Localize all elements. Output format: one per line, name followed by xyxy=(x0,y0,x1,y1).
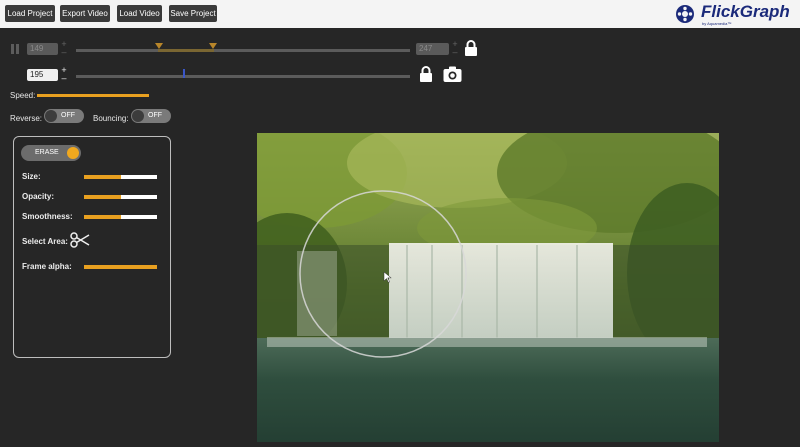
reverse-toggle-state: OFF xyxy=(61,112,75,119)
bouncing-label: Bouncing: xyxy=(93,114,129,123)
range-end-marker[interactable] xyxy=(209,43,217,49)
range-start-marker[interactable] xyxy=(155,43,163,49)
speed-slider[interactable] xyxy=(37,94,149,97)
current-frame-field[interactable]: 195 xyxy=(27,69,58,81)
start-frame-decrement[interactable]: – xyxy=(60,48,68,57)
lock-icon[interactable] xyxy=(419,66,433,83)
opacity-slider[interactable] xyxy=(84,195,157,199)
load-project-button[interactable]: Load Project xyxy=(5,5,55,22)
opacity-slider-fill xyxy=(84,195,121,199)
bouncing-toggle-state: OFF xyxy=(148,112,162,119)
speed-label: Speed: xyxy=(10,91,36,100)
video-canvas[interactable] xyxy=(257,133,719,442)
end-frame-field[interactable]: 247 xyxy=(416,43,449,55)
scissors-icon[interactable] xyxy=(70,232,90,248)
bouncing-toggle-knob xyxy=(132,110,144,122)
smoothness-slider[interactable] xyxy=(84,215,157,219)
size-slider-rest xyxy=(120,175,157,179)
export-video-button[interactable]: Export Video xyxy=(60,5,110,22)
load-video-button[interactable]: Load Video xyxy=(117,5,162,22)
range-track[interactable] xyxy=(76,49,410,52)
opacity-label: Opacity: xyxy=(22,192,55,201)
playhead[interactable] xyxy=(183,69,185,78)
speed-slider-fill xyxy=(37,94,149,97)
app-logo: FlickGraph by Aquamedia™ xyxy=(674,2,794,26)
pause-icon[interactable] xyxy=(11,44,19,54)
select-area-label: Select Area: xyxy=(22,237,68,246)
range-selection xyxy=(158,49,214,52)
erase-mode-knob xyxy=(67,147,79,159)
current-frame-decrement[interactable]: – xyxy=(60,74,68,83)
reverse-toggle[interactable]: OFF xyxy=(44,109,84,123)
frame-alpha-slider[interactable] xyxy=(84,265,157,269)
smoothness-slider-fill xyxy=(84,215,121,219)
camera-icon[interactable] xyxy=(443,66,462,83)
erase-panel: ERASE Size: Opacity: Smoothness: Select … xyxy=(13,136,171,358)
lock-icon[interactable] xyxy=(464,40,478,57)
smoothness-label: Smoothness: xyxy=(22,212,73,221)
erase-mode-label: ERASE xyxy=(35,149,59,156)
reverse-toggle-knob xyxy=(45,110,57,122)
bouncing-toggle[interactable]: OFF xyxy=(131,109,171,123)
size-slider[interactable] xyxy=(84,175,157,179)
film-reel-icon xyxy=(676,5,694,23)
save-project-button[interactable]: Save Project xyxy=(169,5,217,22)
reverse-label: Reverse: xyxy=(10,114,43,123)
start-frame-field[interactable]: 149 xyxy=(27,43,58,55)
smoothness-slider-rest xyxy=(120,215,157,219)
frame-track[interactable] xyxy=(76,75,410,78)
size-label: Size: xyxy=(22,172,41,181)
frame-alpha-label: Frame alpha: xyxy=(22,262,72,271)
frame-alpha-slider-fill xyxy=(84,265,157,269)
logo-byline: by Aquamedia™ xyxy=(702,21,732,26)
waterfall-image xyxy=(257,133,719,442)
end-frame-decrement[interactable]: – xyxy=(451,48,459,57)
size-slider-fill xyxy=(84,175,121,179)
opacity-slider-rest xyxy=(120,195,157,199)
logo-name: FlickGraph xyxy=(701,2,790,21)
top-toolbar: Load Project Export Video Load Video Sav… xyxy=(0,0,800,28)
erase-mode-toggle[interactable]: ERASE xyxy=(21,145,81,161)
